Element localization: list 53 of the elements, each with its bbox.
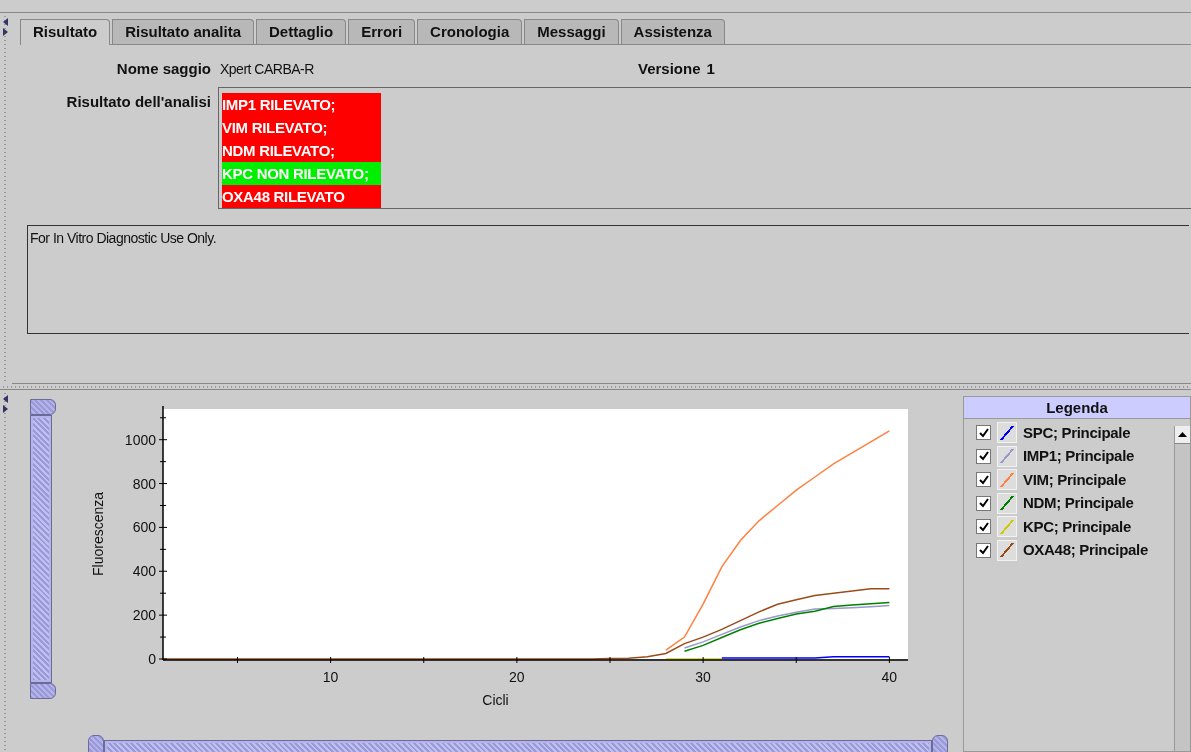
check-icon <box>978 427 989 438</box>
check-icon <box>978 451 989 462</box>
result-label: Risultato dell'analisi <box>65 92 211 112</box>
slider-handle[interactable] <box>30 683 56 699</box>
checkbox[interactable] <box>976 472 991 488</box>
y-tick-label: 1000 <box>124 431 156 448</box>
scroll-up-button[interactable] <box>1175 426 1190 444</box>
x-tick-label: 10 <box>322 669 339 685</box>
y-tick-label: 600 <box>132 519 156 536</box>
slider-handle[interactable] <box>932 735 948 752</box>
slider-handle[interactable] <box>88 735 104 752</box>
note-text: For In Vitro Diagnostic Use Only. <box>30 230 217 246</box>
y-tick-label: 200 <box>132 607 156 624</box>
checkbox[interactable] <box>976 495 991 511</box>
tab[interactable]: Messaggi <box>524 19 619 44</box>
legend-label: IMP1; Principale <box>1023 446 1135 466</box>
check-icon <box>978 521 989 532</box>
check-icon <box>978 545 989 556</box>
version-label: Versione <box>638 58 701 79</box>
check-icon <box>978 498 989 509</box>
checkbox[interactable] <box>976 542 991 558</box>
assay-name-label: Nome saggio <box>115 58 211 79</box>
collapse-arrows-icon[interactable] <box>2 17 10 37</box>
tab[interactable]: Risultato <box>20 19 111 45</box>
slider-handle[interactable] <box>30 399 56 415</box>
tab[interactable]: Assistenza <box>620 19 725 44</box>
checkbox[interactable] <box>976 425 991 441</box>
up-arrow-icon <box>1178 432 1187 437</box>
x-tick-label: 30 <box>695 669 711 685</box>
x-tick-label: 20 <box>509 669 525 685</box>
tab[interactable]: Cronologia <box>417 19 523 44</box>
legend-label: VIM; Principale <box>1023 469 1127 490</box>
collapse-arrows-icon[interactable] <box>2 394 10 414</box>
checkbox[interactable] <box>976 448 991 464</box>
legend-label: OXA48; Principale <box>1023 540 1148 560</box>
x-tick-label: 40 <box>881 669 898 685</box>
check-icon <box>978 474 989 485</box>
x-axis-title: Cicli <box>482 692 509 708</box>
y-tick-label: 800 <box>132 475 156 492</box>
legend-header: Legenda <box>963 396 1191 419</box>
version-value: 1 <box>706 58 715 79</box>
legend-label: NDM; Principale <box>1023 493 1134 513</box>
y-tick-label: 400 <box>132 563 156 580</box>
tab[interactable]: Risultato analita <box>112 19 255 44</box>
assay-name-value: Xpert CARBA-R <box>220 59 315 79</box>
scrollbar[interactable] <box>1174 426 1190 751</box>
legend-label: SPC; Principale <box>1023 422 1131 443</box>
tab[interactable]: Errori <box>348 19 416 44</box>
legend-label: KPC; Principale <box>1023 516 1132 537</box>
checkbox[interactable] <box>976 519 991 535</box>
tab[interactable]: Dettaglio <box>256 19 347 44</box>
y-tick-label: 0 <box>148 651 156 667</box>
y-axis-title: Fluorescenza <box>90 492 106 576</box>
